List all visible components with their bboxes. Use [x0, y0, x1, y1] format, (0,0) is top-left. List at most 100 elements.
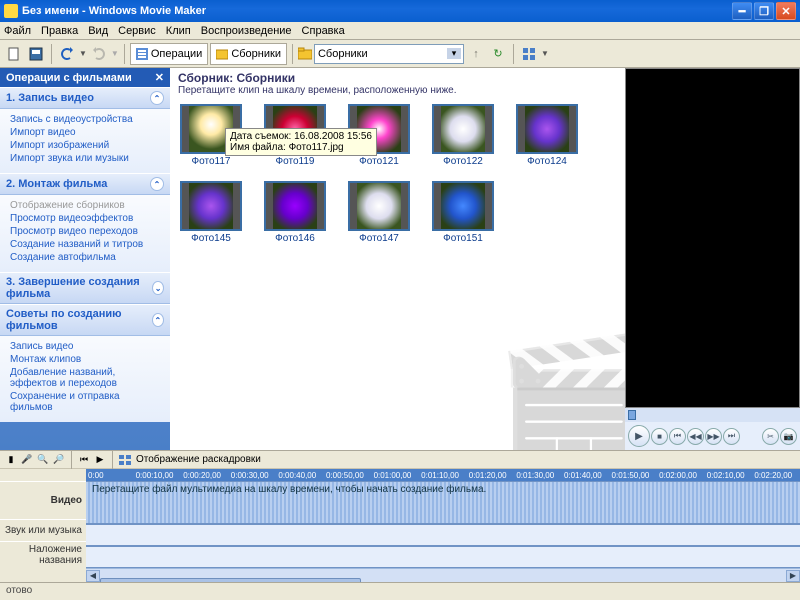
audio-track[interactable] — [86, 524, 800, 546]
chevron-icon: ⌃ — [150, 177, 164, 191]
menu-view[interactable]: Вид — [88, 25, 108, 37]
rewind-button[interactable]: ◀◀ — [687, 428, 704, 445]
task-import-audio[interactable]: Импорт звука или музыки — [10, 152, 164, 165]
track-labels: Видео Звук или музыка Наложение названия — [0, 469, 86, 582]
storyboard-icon[interactable] — [118, 453, 132, 467]
seek-bar[interactable] — [625, 408, 800, 422]
menu-edit[interactable]: Правка — [41, 25, 78, 37]
menu-bar: Файл Правка Вид Сервис Клип Воспроизведе… — [0, 22, 800, 40]
video-track[interactable]: Перетащите файл мультимедиа на шкалу вре… — [86, 481, 800, 524]
taskpane-close-icon[interactable]: ✕ — [155, 71, 164, 84]
timeline-narrate-icon[interactable]: 🎤 — [20, 453, 34, 467]
folder-icon — [298, 47, 312, 61]
filmstrip-decor-icon: 🎬 — [496, 330, 625, 450]
toolbar: ▼ ▼ Операции Сборники Сборники ↑ ↻ ▼ — [0, 40, 800, 68]
refresh-button[interactable]: ↻ — [488, 44, 508, 64]
preview-pane: ▶ ■ ⏮ ◀◀ ▶▶ ⏭ ✂ 📷 — [625, 68, 800, 450]
app-icon — [4, 4, 18, 18]
task-import-images[interactable]: Импорт изображений — [10, 139, 164, 152]
storyboard-label[interactable]: Отображение раскадровки — [136, 454, 261, 465]
view-button[interactable] — [519, 44, 539, 64]
collection-pane: Сборник: Сборники Перетащите клип на шка… — [170, 68, 625, 450]
timeline-scrollbar[interactable]: ◀ ▶ — [86, 568, 800, 582]
chevron-icon: ⌄ — [152, 281, 164, 295]
thumb-caption: Фото117 — [180, 156, 242, 167]
section-head-1[interactable]: 1. Запись видео⌃ — [0, 87, 170, 109]
section-head-2[interactable]: 2. Монтаж фильма⌃ — [0, 173, 170, 195]
minimize-button[interactable]: ━ — [732, 2, 752, 20]
menu-service[interactable]: Сервис — [118, 25, 156, 37]
tip-save[interactable]: Сохранение и отправка фильмов — [10, 390, 164, 414]
task-make-titles[interactable]: Создание названий и титров — [10, 238, 164, 251]
thumbnail[interactable]: Фото146 — [264, 181, 326, 244]
menu-clip[interactable]: Клип — [166, 25, 191, 37]
redo-button[interactable] — [89, 44, 109, 64]
task-view-effects[interactable]: Просмотр видеоэффектов — [10, 212, 164, 225]
track-label-video: Видео — [0, 481, 86, 519]
scroll-right-icon[interactable]: ▶ — [786, 570, 800, 582]
task-import-video[interactable]: Импорт видео — [10, 126, 164, 139]
maximize-button[interactable]: ❐ — [754, 2, 774, 20]
main-area: Операции с фильмами ✕ 1. Запись видео⌃ З… — [0, 68, 800, 450]
thumb-caption: Фото146 — [264, 233, 326, 244]
thumbnail[interactable]: Фото124 — [516, 104, 578, 167]
time-ruler[interactable]: 0:000:00:10,000:00:20,000:00:30,000:00:4… — [86, 469, 800, 481]
tip-titles[interactable]: Добавление названий, эффектов и переходо… — [10, 366, 164, 390]
thumb-caption: Фото145 — [180, 233, 242, 244]
zoom-in-icon[interactable]: 🔍 — [36, 453, 50, 467]
preview-video — [625, 68, 800, 408]
menu-help[interactable]: Справка — [302, 25, 345, 37]
up-button[interactable]: ↑ — [466, 44, 486, 64]
tip-edit[interactable]: Монтаж клипов — [10, 353, 164, 366]
separator — [513, 44, 514, 64]
thumb-caption: Фото151 — [432, 233, 494, 244]
thumbnail[interactable]: Фото145 — [180, 181, 242, 244]
timeline-placeholder: Перетащите файл мультимедиа на шкалу вре… — [92, 484, 486, 495]
undo-button[interactable] — [57, 44, 77, 64]
chevron-icon: ⌃ — [152, 313, 164, 327]
collection-subtitle: Перетащите клип на шкалу времени, распол… — [178, 85, 617, 96]
timeline-marker-icon[interactable]: ▮ — [4, 453, 18, 467]
section-head-tips[interactable]: Советы по созданию фильмов⌃ — [0, 304, 170, 336]
split-button[interactable]: ✂ — [762, 428, 779, 445]
play-button[interactable]: ▶ — [628, 425, 650, 447]
snapshot-button[interactable]: 📷 — [780, 428, 797, 445]
chevron-icon: ⌃ — [150, 91, 164, 105]
window-title: Без имени - Windows Movie Maker — [22, 5, 730, 17]
zoom-out-icon[interactable]: 🔎 — [52, 453, 66, 467]
seek-handle[interactable] — [628, 410, 636, 420]
section-head-3[interactable]: 3. Завершение создания фильма⌄ — [0, 272, 170, 304]
task-view-transitions[interactable]: Просмотр видео переходов — [10, 225, 164, 238]
timeline: ▮ 🎤 🔍 🔎 ⏮ ▶ Отображение раскадровки Виде… — [0, 450, 800, 582]
tasks-toggle[interactable]: Операции — [130, 43, 208, 65]
tooltip: Дата съемок: 16.08.2008 15:56 Имя файла:… — [225, 128, 377, 156]
task-automovie[interactable]: Создание автофильма — [10, 251, 164, 264]
thumbnail[interactable]: Фото122 — [432, 104, 494, 167]
tip-capture[interactable]: Запись видео — [10, 340, 164, 353]
scroll-thumb[interactable] — [100, 578, 361, 583]
thumbnail[interactable]: Фото151 — [432, 181, 494, 244]
play-timeline-button[interactable]: ▶ — [93, 453, 107, 467]
menu-play[interactable]: Воспроизведение — [201, 25, 292, 37]
thumb-caption: Фото122 — [432, 156, 494, 167]
forward-button[interactable]: ▶▶ — [705, 428, 722, 445]
task-capture-device[interactable]: Запись с видеоустройства — [10, 113, 164, 126]
collection-dropdown[interactable]: Сборники — [314, 44, 464, 64]
scroll-left-icon[interactable]: ◀ — [86, 570, 100, 582]
title-bar: Без имени - Windows Movie Maker ━ ❐ ✕ — [0, 0, 800, 22]
menu-file[interactable]: Файл — [4, 25, 31, 37]
thumbnail[interactable]: Фото147 — [348, 181, 410, 244]
stop-button[interactable]: ■ — [651, 428, 668, 445]
collections-toggle[interactable]: Сборники — [210, 43, 287, 65]
rewind-timeline-button[interactable]: ⏮ — [77, 453, 91, 467]
new-button[interactable] — [4, 44, 24, 64]
playback-controls: ▶ ■ ⏮ ◀◀ ▶▶ ⏭ ✂ 📷 — [625, 422, 800, 450]
tracks: 0:000:00:10,000:00:20,000:00:30,000:00:4… — [86, 469, 800, 582]
close-button[interactable]: ✕ — [776, 2, 796, 20]
collection-title: Сборник: Сборники — [178, 71, 617, 85]
next-button[interactable]: ⏭ — [723, 428, 740, 445]
save-button[interactable] — [26, 44, 46, 64]
track-label-audio: Звук или музыка — [0, 519, 86, 541]
prev-button[interactable]: ⏮ — [669, 428, 686, 445]
title-track[interactable] — [86, 546, 800, 568]
